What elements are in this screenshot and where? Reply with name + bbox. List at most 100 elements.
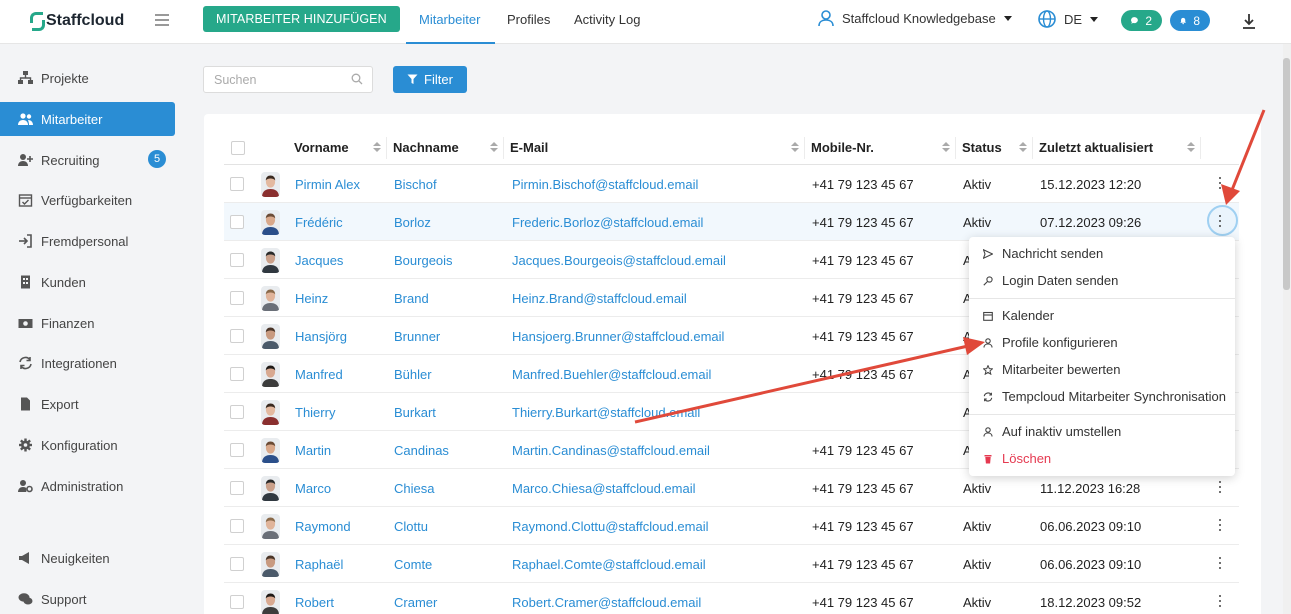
first-name-link[interactable]: Pirmin Alex xyxy=(295,177,360,192)
last-name-link[interactable]: Bühler xyxy=(394,367,432,382)
sort-icon[interactable] xyxy=(791,142,799,153)
menu-item-tempcloud-sync[interactable]: Tempcloud Mitarbeiter Synchronisation xyxy=(969,383,1235,410)
sidebar-item-kunden[interactable]: Kunden xyxy=(0,265,175,299)
sort-icon[interactable] xyxy=(490,142,498,153)
first-name-link[interactable]: Raphaël xyxy=(295,557,343,572)
menu-item-delete[interactable]: Löschen xyxy=(969,445,1235,472)
scrollbar-thumb[interactable] xyxy=(1283,58,1290,290)
row-checkbox[interactable] xyxy=(230,405,244,419)
avatar[interactable] xyxy=(261,324,280,349)
menu-item-send-message[interactable]: Nachricht senden xyxy=(969,240,1235,267)
first-name-link[interactable]: Hansjörg xyxy=(295,329,347,344)
last-name-link[interactable]: Clottu xyxy=(394,519,428,534)
table-row[interactable]: Robert Cramer Robert.Cramer@staffcloud.ema… xyxy=(224,583,1239,614)
menu-item-calendar[interactable]: Kalender xyxy=(969,302,1235,329)
email-link[interactable]: Heinz.Brand@staffcloud.email xyxy=(512,291,687,306)
avatar[interactable] xyxy=(261,552,280,577)
search-icon[interactable] xyxy=(351,73,363,85)
first-name-link[interactable]: Martin xyxy=(295,443,331,458)
first-name-link[interactable]: Thierry xyxy=(295,405,335,420)
sidebar-item-neuigkeiten[interactable]: Neuigkeiten xyxy=(0,541,175,575)
avatar[interactable] xyxy=(261,476,280,501)
sidebar-item-finanzen[interactable]: Finanzen xyxy=(0,306,175,340)
row-checkbox[interactable] xyxy=(230,291,244,305)
row-actions-kebab-icon[interactable] xyxy=(1218,593,1222,609)
column-header-nachname[interactable]: Nachname xyxy=(393,140,459,155)
select-all-checkbox[interactable] xyxy=(231,141,245,155)
email-link[interactable]: Robert.Cramer@staffcloud.email xyxy=(512,595,701,610)
row-checkbox[interactable] xyxy=(230,557,244,571)
sort-icon[interactable] xyxy=(1187,142,1195,153)
row-checkbox[interactable] xyxy=(230,481,244,495)
search-input[interactable] xyxy=(203,66,373,93)
download-icon[interactable] xyxy=(1241,12,1257,30)
tab-profiles[interactable]: Profiles xyxy=(507,12,550,27)
row-checkbox[interactable] xyxy=(230,177,244,191)
last-name-link[interactable]: Bourgeois xyxy=(394,253,453,268)
row-checkbox[interactable] xyxy=(230,329,244,343)
avatar[interactable] xyxy=(261,248,280,273)
avatar[interactable] xyxy=(261,286,280,311)
sort-icon[interactable] xyxy=(373,142,381,153)
sidebar-item-administration[interactable]: Administration xyxy=(0,469,175,503)
notifications-badge[interactable]: 8 xyxy=(1170,10,1210,31)
last-name-link[interactable]: Burkart xyxy=(394,405,436,420)
tenant-selector[interactable]: Staffcloud Knowledgebase xyxy=(818,10,1012,27)
language-selector[interactable]: DE xyxy=(1038,10,1099,28)
row-actions-kebab-icon[interactable] xyxy=(1218,479,1222,495)
sort-icon[interactable] xyxy=(1019,142,1027,153)
email-link[interactable]: Frederic.Borloz@staffcloud.email xyxy=(512,215,703,230)
first-name-link[interactable]: Manfred xyxy=(295,367,343,382)
tab-mitarbeiter[interactable]: Mitarbeiter xyxy=(419,12,480,27)
email-link[interactable]: Raymond.Clottu@staffcloud.email xyxy=(512,519,709,534)
avatar[interactable] xyxy=(261,400,280,425)
row-checkbox[interactable] xyxy=(230,595,244,609)
email-link[interactable]: Pirmin.Bischof@staffcloud.email xyxy=(512,177,698,192)
hamburger-menu-icon[interactable] xyxy=(155,14,169,26)
last-name-link[interactable]: Brunner xyxy=(394,329,440,344)
logo[interactable]: Staffcloud xyxy=(30,12,124,31)
first-name-link[interactable]: Robert xyxy=(295,595,334,610)
add-employee-button[interactable]: MITARBEITER HINZUFÜGEN xyxy=(203,6,400,32)
avatar[interactable] xyxy=(261,210,280,235)
menu-item-configure-profiles[interactable]: Profile konfigurieren xyxy=(969,329,1235,356)
first-name-link[interactable]: Jacques xyxy=(295,253,343,268)
column-header-vorname[interactable]: Vorname xyxy=(294,140,349,155)
sidebar-item-mitarbeiter[interactable]: Mitarbeiter xyxy=(0,102,175,136)
column-header-email[interactable]: E-Mail xyxy=(510,140,548,155)
email-link[interactable]: Jacques.Bourgeois@staffcloud.email xyxy=(512,253,726,268)
row-checkbox[interactable] xyxy=(230,443,244,457)
last-name-link[interactable]: Candinas xyxy=(394,443,449,458)
row-checkbox[interactable] xyxy=(230,367,244,381)
sidebar-item-projekte[interactable]: Projekte xyxy=(0,61,175,95)
email-link[interactable]: Manfred.Buehler@staffcloud.email xyxy=(512,367,711,382)
filter-button[interactable]: Filter xyxy=(393,66,467,93)
table-row[interactable]: Raphaël Comte Raphael.Comte@staffcloud.ema… xyxy=(224,545,1239,583)
menu-item-rate-employee[interactable]: Mitarbeiter bewerten xyxy=(969,356,1235,383)
email-link[interactable]: Hansjoerg.Brunner@staffcloud.email xyxy=(512,329,724,344)
sidebar-item-verfuegbarkeiten[interactable]: Verfügbarkeiten xyxy=(0,183,175,217)
row-checkbox[interactable] xyxy=(230,215,244,229)
messages-badge[interactable]: 2 xyxy=(1121,10,1162,31)
column-header-updated[interactable]: Zuletzt aktualisiert xyxy=(1039,140,1153,155)
email-link[interactable]: Raphael.Comte@staffcloud.email xyxy=(512,557,706,572)
menu-item-set-inactive[interactable]: Auf inaktiv umstellen xyxy=(969,418,1235,445)
last-name-link[interactable]: Chiesa xyxy=(394,481,434,496)
row-checkbox[interactable] xyxy=(230,519,244,533)
email-link[interactable]: Marco.Chiesa@staffcloud.email xyxy=(512,481,695,496)
row-actions-kebab-icon[interactable] xyxy=(1218,517,1222,533)
sidebar-item-support[interactable]: Support xyxy=(0,582,175,614)
last-name-link[interactable]: Comte xyxy=(394,557,432,572)
last-name-link[interactable]: Bischof xyxy=(394,177,437,192)
sidebar-item-integrationen[interactable]: Integrationen xyxy=(0,346,175,380)
avatar[interactable] xyxy=(261,362,280,387)
last-name-link[interactable]: Brand xyxy=(394,291,429,306)
menu-item-send-login[interactable]: Login Daten senden xyxy=(969,267,1235,294)
avatar[interactable] xyxy=(261,514,280,539)
row-actions-kebab-icon[interactable] xyxy=(1218,175,1222,191)
column-header-status[interactable]: Status xyxy=(962,140,1002,155)
first-name-link[interactable]: Frédéric xyxy=(295,215,343,230)
column-header-mobile[interactable]: Mobile-Nr. xyxy=(811,140,874,155)
avatar[interactable] xyxy=(261,590,280,614)
last-name-link[interactable]: Borloz xyxy=(394,215,431,230)
